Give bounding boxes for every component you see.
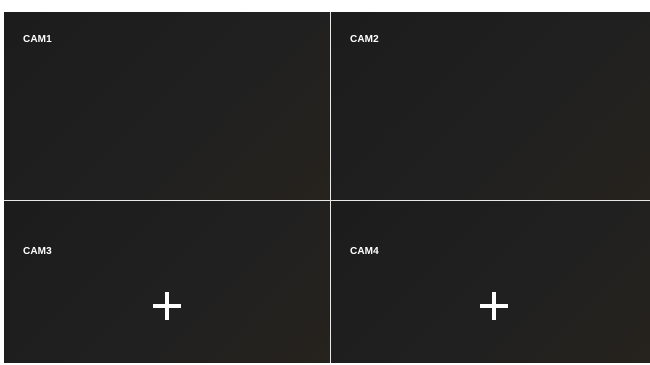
camera-label: CAM3 <box>23 246 52 257</box>
add-camera-button[interactable] <box>152 291 182 321</box>
camera-label: CAM2 <box>350 34 379 45</box>
camera-tile-3[interactable]: CAM3 <box>4 201 330 363</box>
camera-grid: CAM1 CAM2 CAM3 CAM4 <box>4 12 650 363</box>
camera-label: CAM1 <box>23 34 52 45</box>
plus-icon <box>153 292 181 320</box>
add-camera-button[interactable] <box>479 291 509 321</box>
camera-tile-2[interactable]: CAM2 <box>331 12 650 200</box>
plus-icon <box>480 292 508 320</box>
camera-label: CAM4 <box>350 246 379 257</box>
camera-tile-1[interactable]: CAM1 <box>4 12 330 200</box>
camera-tile-4[interactable]: CAM4 <box>331 201 650 363</box>
